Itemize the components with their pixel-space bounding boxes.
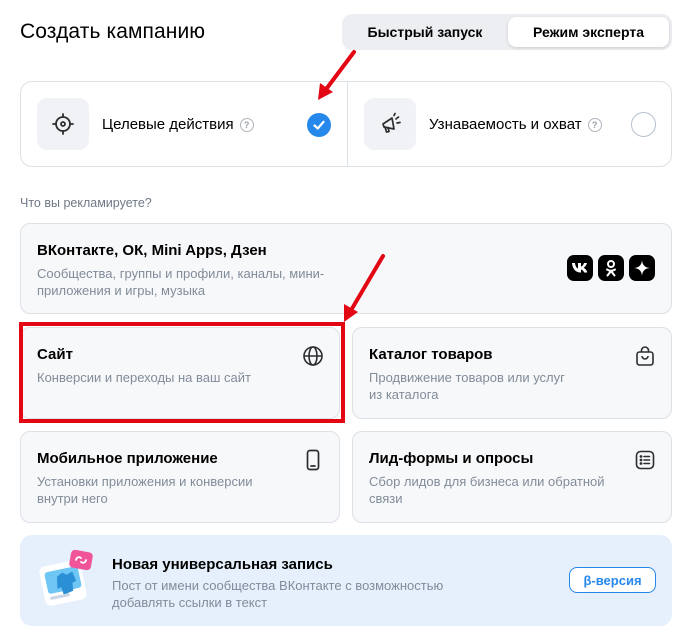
help-icon[interactable]: ? xyxy=(239,117,254,132)
tab-expert-mode[interactable]: Режим эксперта xyxy=(508,17,669,47)
desc-line: Пост от имени сообщества ВКонтакте с воз… xyxy=(112,578,444,593)
desc-line: связи xyxy=(369,491,403,506)
card-title: Каталог товаров xyxy=(369,346,493,363)
megaphone-icon xyxy=(364,98,416,150)
card-description: Конверсии и переходы на ваш сайт xyxy=(37,369,251,386)
desc-line: Конверсии и переходы на ваш сайт xyxy=(37,370,251,385)
phone-icon xyxy=(301,448,325,472)
shopping-bag-icon xyxy=(633,344,657,368)
goal-label-text: Узнаваемость и охват xyxy=(429,116,582,133)
card-title: Лид-формы и опросы xyxy=(369,450,534,467)
goal-selector: Целевые действия ? Узнаваемость и охват … xyxy=(20,81,672,167)
desc-line: Сбор лидов для бизнеса или обратной xyxy=(369,474,605,489)
banner-description: Пост от имени сообщества ВКонтакте с воз… xyxy=(112,577,443,611)
card-lead-forms[interactable]: Лид-формы и опросы Сбор лидов для бизнес… xyxy=(352,431,672,523)
desc-line: приложения и игры, музыка xyxy=(37,283,206,298)
card-vk-ecosystem[interactable]: ВКонтакте, ОК, Mini Apps, Дзен Сообществ… xyxy=(20,223,672,314)
desc-line: Продвижение товаров или услуг xyxy=(369,370,565,385)
radio-unselected[interactable] xyxy=(631,112,656,137)
banner-title: Новая универсальная запись xyxy=(112,556,333,573)
card-title: ВКонтакте, ОК, Mini Apps, Дзен xyxy=(37,242,267,259)
card-mobile-app[interactable]: Мобильное приложение Установки приложени… xyxy=(20,431,340,523)
target-icon xyxy=(37,98,89,150)
goal-label: Целевые действия ? xyxy=(102,116,254,133)
ok-icon xyxy=(598,255,624,281)
card-title: Мобильное приложение xyxy=(37,450,218,467)
desc-line: Сообщества, группы и профили, каналы, ми… xyxy=(37,266,325,281)
goal-option-awareness[interactable]: Узнаваемость и охват ? xyxy=(348,82,673,166)
goal-label: Узнаваемость и охват ? xyxy=(429,116,602,133)
card-description: Установки приложения и конверсии внутри … xyxy=(37,473,253,507)
universal-post-banner: Новая универсальная запись Пост от имени… xyxy=(20,535,672,626)
card-description: Сбор лидов для бизнеса или обратной связ… xyxy=(369,473,605,507)
check-selected-icon[interactable] xyxy=(307,113,331,137)
card-title: Сайт xyxy=(37,346,73,363)
mode-switch: Быстрый запуск Режим эксперта xyxy=(342,14,672,50)
beta-version-button[interactable]: β-версия xyxy=(569,567,656,593)
desc-line: внутри него xyxy=(37,491,108,506)
goal-option-target-actions[interactable]: Целевые действия ? xyxy=(21,82,346,166)
dzen-icon xyxy=(629,255,655,281)
desc-line: из каталога xyxy=(369,387,439,402)
social-icons xyxy=(567,255,655,281)
globe-icon xyxy=(301,344,325,368)
form-list-icon xyxy=(633,448,657,472)
card-site[interactable]: Сайт Конверсии и переходы на ваш сайт xyxy=(20,327,340,419)
desc-line: Установки приложения и конверсии xyxy=(37,474,253,489)
vk-icon xyxy=(567,255,593,281)
card-catalog[interactable]: Каталог товаров Продвижение товаров или … xyxy=(352,327,672,419)
tab-quick-launch[interactable]: Быстрый запуск xyxy=(345,17,505,47)
goal-label-text: Целевые действия xyxy=(102,116,234,133)
desc-line: добавлять ссылки в текст xyxy=(112,595,268,610)
card-description: Сообщества, группы и профили, каналы, ми… xyxy=(37,265,324,299)
section-question: Что вы рекламируете? xyxy=(20,196,152,210)
help-icon[interactable]: ? xyxy=(587,117,602,132)
post-illustration-icon xyxy=(36,545,102,611)
card-description: Продвижение товаров или услуг из каталог… xyxy=(369,369,565,403)
page-title: Создать кампанию xyxy=(20,20,206,43)
